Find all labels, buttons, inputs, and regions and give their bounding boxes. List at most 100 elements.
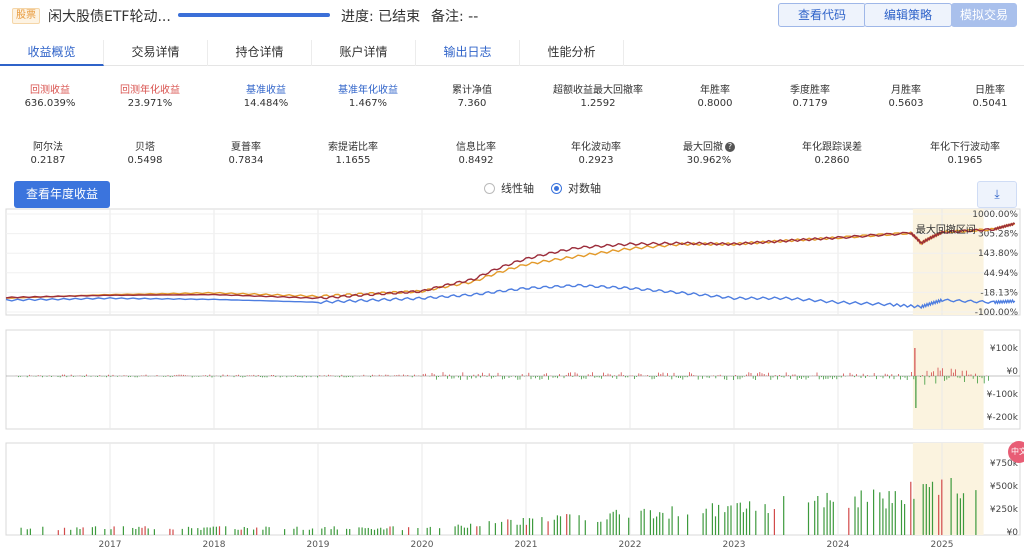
metric-value: 0.5041 [972,98,1008,109]
metric-item: 信息比率 0.8492 [431,138,521,166]
progress-fill [178,13,330,17]
linear-axis-radio[interactable]: 线性轴 [484,180,534,196]
metric-label: 年化下行波动率 [920,138,1010,153]
download-button[interactable]: ⤓ [977,181,1017,208]
metric-value: 14.484% [243,98,289,109]
y-tick-label: 1000.00% [972,210,1018,220]
tab-output-log[interactable]: 输出日志 [416,40,520,66]
metric-item: 夏普率 0.7834 [201,138,291,166]
x-tick-label: 2022 [619,540,642,550]
metric-label-text: 索提诺比率 [328,142,378,153]
annual-returns-button[interactable]: 查看年度收益 [14,181,110,208]
metric-value: 0.2187 [30,155,66,166]
metric-item: 年化下行波动率 0.1965 [920,138,1010,166]
metric-label: 日胜率 [975,85,1005,96]
paper-trade-button[interactable]: 模拟交易 [951,3,1017,27]
metric-value: 0.8492 [458,155,494,166]
metric-value: 7.360 [457,98,487,109]
metric-value: 0.8000 [697,98,733,109]
metric-label: 月胜率 [891,85,921,96]
y-tick-label: ¥250k [990,505,1019,515]
metric-label: 夏普率 [201,138,291,153]
y-tick-label: 305.28% [978,230,1018,240]
radio-circle [484,182,495,194]
metric-value: 0.5498 [127,155,163,166]
y-tick-label: ¥-200k [987,413,1019,423]
view-code-button[interactable]: 查看代码 [778,3,866,27]
metric-item: 超额收益最大回撤率 1.2592 [553,81,643,109]
tab-overview[interactable]: 收益概览 [0,40,104,66]
log-axis-radio[interactable]: 对数轴 [551,180,601,196]
metric-label: 年化波动率 [551,138,641,153]
edit-strategy-button[interactable]: 编辑策略 [864,3,952,27]
backtest-chart[interactable]: 1000.00% 305.28% 143.80% 44.94% -18.13% -100.… [0,205,1024,557]
linear-axis-label: 线性轴 [501,182,534,195]
y-tick-label: -100.00% [975,308,1019,318]
metric-item: 回测收益 636.039% [5,81,95,109]
metric-label-text: 年化下行波动率 [930,142,1000,153]
y-tick-label: ¥0 [1007,528,1019,538]
tab-bar: 收益概览 交易详情 持仓详情 账户详情 输出日志 性能分析 [0,40,1024,66]
x-tick-label: 2023 [723,540,746,550]
metric-value: 23.971% [127,98,173,109]
metric-label: 年化跟踪误差 [787,138,877,153]
strategy-name[interactable]: 闲大股债ETF轮动... [48,6,171,26]
metric-value: 636.039% [24,98,76,109]
note-text: 备注: -- [431,9,479,25]
metric-item: 最大回撤? 30.962% [664,138,754,166]
metric-item: 阿尔法 0.2187 [3,138,93,166]
y-tick-label: ¥-100k [987,390,1019,400]
metric-label: 累计净值 [452,85,492,96]
metric-item: 累计净值 7.360 [427,81,517,109]
metric-item: 月胜率 0.5603 [861,81,951,109]
x-tick-label: 2018 [203,540,226,550]
progress-status: 进度: 已结束 [341,9,421,25]
y-tick-label: ¥100k [990,344,1019,354]
radio-circle [551,182,562,194]
chart-panel-1 [5,329,1021,430]
metric-value: 1.467% [348,98,388,109]
tab-account-details[interactable]: 账户详情 [312,40,416,66]
metric-value: 1.1655 [335,155,371,166]
metric-value: 0.2923 [578,155,614,166]
metric-label: 基准收益 [246,85,286,96]
tab-position-details[interactable]: 持仓详情 [208,40,312,66]
metric-item: 年化跟踪误差 0.2860 [787,138,877,166]
metric-item: 贝塔 0.5498 [100,138,190,166]
metric-label-text: 信息比率 [456,142,496,153]
metric-value: 0.2860 [814,155,850,166]
metric-value: 0.5603 [888,98,924,109]
metric-label: 信息比率 [431,138,521,153]
metric-label: 年胜率 [700,85,730,96]
tab-trade-details[interactable]: 交易详情 [104,40,208,66]
y-tick-label: 44.94% [984,269,1019,279]
header-bar: 股票 闲大股债ETF轮动... 进度: 已结束 备注: -- 查看代码 编辑策略… [0,0,1024,32]
y-tick-label: 143.80% [978,249,1018,259]
side-language-badge[interactable]: 中文 [1008,441,1024,463]
tab-performance[interactable]: 性能分析 [520,40,624,66]
progress-bar [178,13,330,17]
metric-label-text: 最大回撤 [683,142,723,153]
x-tick-label: 2017 [99,540,122,550]
help-icon[interactable]: ? [725,142,735,152]
x-tick-label: 2024 [827,540,850,550]
metric-value: 1.2592 [580,98,616,109]
metric-value: 30.962% [686,155,732,166]
metric-value: 0.1965 [947,155,983,166]
drawdown-highlight [912,330,984,429]
metric-item: 基准年化收益 1.467% [323,81,413,109]
metric-item: 日胜率 0.5041 [945,81,1024,109]
metric-item: 年胜率 0.8000 [670,81,760,109]
metric-value: 0.7834 [228,155,264,166]
metric-label: 贝塔 [100,138,190,153]
metric-label: 超额收益最大回撤率 [553,85,643,96]
log-axis-label: 对数轴 [568,182,601,195]
y-tick-label: ¥500k [990,482,1019,492]
metric-label-text: 夏普率 [231,142,261,153]
metric-label: 基准年化收益 [338,85,398,96]
x-tick-label: 2021 [515,540,538,550]
metric-label-text: 阿尔法 [33,142,63,153]
x-tick-label: 2019 [307,540,330,550]
metric-label: 回测年化收益 [120,85,180,96]
metric-item: 回测年化收益 23.971% [105,81,195,109]
